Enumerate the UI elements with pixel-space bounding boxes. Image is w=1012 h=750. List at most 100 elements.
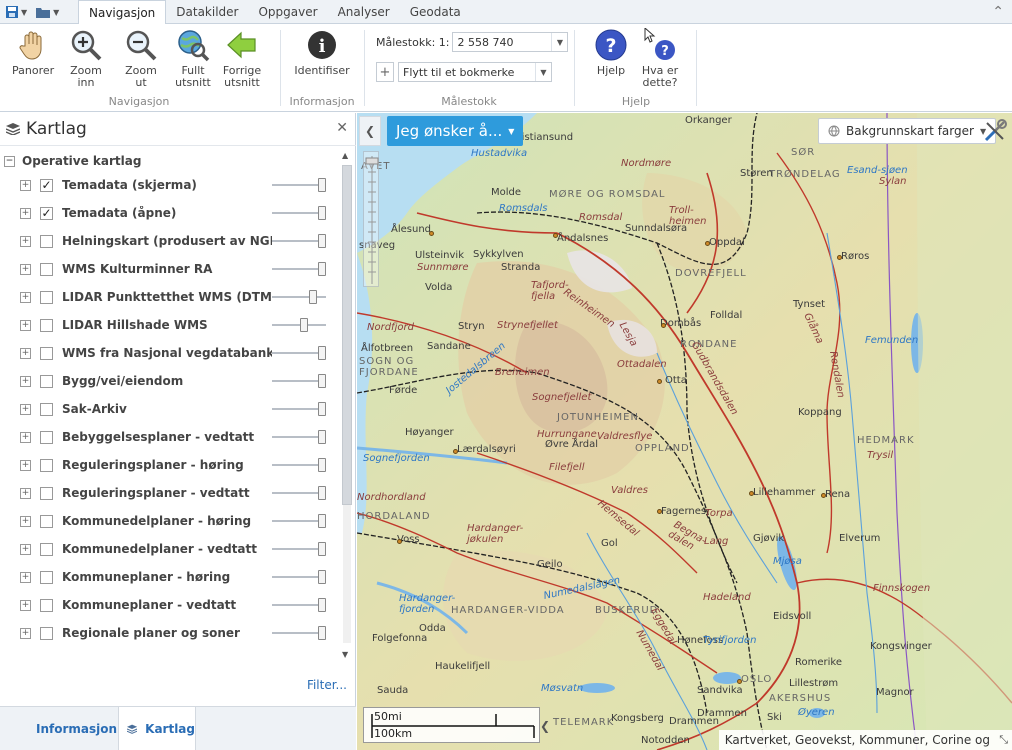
identify-button[interactable]: i Identifiser [292, 28, 352, 77]
layer-visibility-checkbox[interactable] [40, 458, 53, 472]
slider-thumb[interactable] [318, 598, 326, 612]
expand-icon[interactable]: + [20, 347, 31, 359]
scroll-thumb[interactable] [342, 165, 352, 505]
layer-visibility-checkbox[interactable] [40, 402, 53, 416]
expand-icon[interactable]: + [20, 319, 31, 331]
tab-kartlag[interactable]: Kartlag [118, 707, 196, 750]
layer-visibility-checkbox[interactable] [40, 570, 53, 584]
layer-visibility-checkbox[interactable] [40, 262, 53, 276]
layer-opacity-slider[interactable] [272, 598, 326, 612]
expand-icon[interactable]: + [20, 403, 31, 415]
layer-row[interactable]: + Kommunedelplaner - høring [0, 507, 340, 535]
slider-thumb[interactable] [318, 542, 326, 556]
close-icon[interactable]: ✕ [336, 120, 348, 136]
slider-thumb[interactable] [318, 206, 326, 220]
pan-button[interactable]: Panorer [12, 28, 54, 77]
expand-icon[interactable]: + [20, 627, 31, 639]
layer-opacity-slider[interactable] [272, 458, 326, 472]
layer-opacity-slider[interactable] [272, 262, 326, 276]
basemap-select[interactable]: Bakgrunnskart farger ▼ [818, 118, 997, 144]
layer-visibility-checkbox[interactable] [40, 234, 53, 248]
save-menu-button[interactable]: ▼ [3, 2, 29, 22]
layer-row[interactable]: + ✓ Temadata (åpne) [0, 199, 340, 227]
layer-opacity-slider[interactable] [272, 178, 326, 192]
layer-opacity-slider[interactable] [272, 626, 326, 640]
layer-visibility-checkbox[interactable] [40, 430, 53, 444]
layer-visibility-checkbox[interactable] [40, 542, 53, 556]
layer-row[interactable]: + Regionale planer og soner [0, 619, 340, 647]
layer-row[interactable]: + Kommuneplaner - vedtatt [0, 591, 340, 619]
i-want-to-menu-button[interactable]: Jeg ønsker å... ▼ [387, 116, 524, 146]
slider-thumb[interactable] [318, 430, 326, 444]
layer-opacity-slider[interactable] [272, 318, 326, 332]
layer-opacity-slider[interactable] [272, 570, 326, 584]
expand-icon[interactable]: + [20, 599, 31, 611]
layer-row[interactable]: + WMS Kulturminner RA [0, 255, 340, 283]
chevron-left-icon[interactable]: ❮ [540, 719, 550, 733]
slider-thumb[interactable] [318, 626, 326, 640]
layer-opacity-slider[interactable] [272, 542, 326, 556]
expand-icon[interactable]: + [20, 207, 31, 219]
layer-visibility-checkbox[interactable] [40, 290, 53, 304]
layer-opacity-slider[interactable] [272, 430, 326, 444]
expand-icon[interactable]: + [20, 487, 31, 499]
layer-visibility-checkbox[interactable] [40, 374, 53, 388]
layer-visibility-checkbox[interactable]: ✓ [40, 206, 53, 220]
layer-opacity-slider[interactable] [272, 402, 326, 416]
layer-row[interactable]: + Reguleringsplaner - vedtatt [0, 479, 340, 507]
layer-row[interactable]: + LIDAR Punkttetthet WMS (DTM) [0, 283, 340, 311]
slider-thumb[interactable] [318, 178, 326, 192]
layer-visibility-checkbox[interactable] [40, 514, 53, 528]
add-bookmark-button[interactable]: + [376, 62, 394, 82]
layer-visibility-checkbox[interactable] [40, 346, 53, 360]
layer-list-scrollbar[interactable]: ▲ ▼ [340, 149, 354, 661]
slider-thumb[interactable] [318, 346, 326, 360]
slider-thumb[interactable] [318, 262, 326, 276]
layer-row[interactable]: + LIDAR Hillshade WMS [0, 311, 340, 339]
layer-row[interactable]: + Helningskart (produsert av NGI) [0, 227, 340, 255]
zoom-in-button[interactable]: Zoom inn [60, 28, 112, 89]
zoom-out-button[interactable]: Zoom ut [118, 28, 164, 89]
expand-icon[interactable]: + [20, 431, 31, 443]
layer-visibility-checkbox[interactable] [40, 486, 53, 500]
slider-thumb[interactable] [318, 486, 326, 500]
slider-thumb[interactable] [300, 318, 308, 332]
previous-extent-button[interactable]: Forrige utsnitt [220, 28, 264, 89]
collapse-ribbon-icon[interactable]: ⌃ [992, 4, 1004, 20]
expand-icon[interactable]: + [20, 235, 31, 247]
expand-icon[interactable]: + [20, 263, 31, 275]
tab-datakilder[interactable]: Datakilder [166, 0, 248, 24]
layer-opacity-slider[interactable] [272, 234, 326, 248]
collapse-panel-button[interactable]: ❮ [359, 116, 381, 146]
expand-icon[interactable]: + [20, 515, 31, 527]
layer-visibility-checkbox[interactable]: ✓ [40, 178, 53, 192]
full-extent-button[interactable]: Fullt utsnitt [170, 28, 216, 89]
collapse-icon[interactable]: − [4, 155, 15, 167]
slider-thumb[interactable] [318, 374, 326, 388]
layer-opacity-slider[interactable] [272, 206, 326, 220]
open-menu-button[interactable]: ▼ [33, 2, 61, 22]
tools-icon[interactable] [982, 118, 1008, 144]
layer-opacity-slider[interactable] [272, 346, 326, 360]
help-button[interactable]: ? Hjelp [590, 28, 632, 77]
layer-row[interactable]: + Sak-Arkiv [0, 395, 340, 423]
scroll-up-icon[interactable]: ▲ [342, 151, 348, 160]
scroll-down-icon[interactable]: ▼ [342, 650, 348, 659]
bookmark-select[interactable]: Flytt til et bokmerke ▼ [398, 62, 552, 82]
layer-row[interactable]: + Kommuneplaner - høring [0, 563, 340, 591]
layer-opacity-slider[interactable] [272, 290, 326, 304]
tab-analyser[interactable]: Analyser [328, 0, 400, 24]
expand-icon[interactable]: + [20, 291, 31, 303]
tab-informasjon[interactable]: Informasjon [0, 707, 118, 750]
layer-visibility-checkbox[interactable] [40, 318, 53, 332]
tab-navigasjon[interactable]: Navigasjon [78, 0, 167, 24]
expand-icon[interactable]: + [20, 543, 31, 555]
layer-row[interactable]: + Kommunedelplaner - vedtatt [0, 535, 340, 563]
layer-row[interactable]: + Bygg/vei/eiendom [0, 367, 340, 395]
layer-opacity-slider[interactable] [272, 514, 326, 528]
tab-geodata[interactable]: Geodata [400, 0, 471, 24]
layer-visibility-checkbox[interactable] [40, 598, 53, 612]
slider-thumb[interactable] [318, 234, 326, 248]
zoom-slider[interactable] [363, 151, 379, 287]
filter-link[interactable]: Filter... [307, 678, 347, 692]
